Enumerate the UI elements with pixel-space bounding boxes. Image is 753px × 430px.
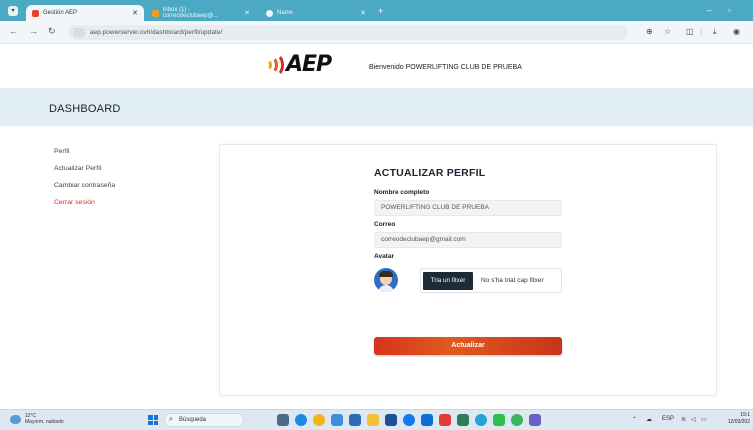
restore-icon[interactable]: ▫ [728,6,731,15]
update-button[interactable]: Actualizar [374,337,562,355]
tab-menu-icon[interactable]: ▾ [8,6,18,16]
tab-title: Gestión AEP [43,10,78,16]
cloud-sun-icon [10,414,21,424]
browser-address-bar: ← → ↻ aep.powerserver.ovh/dashboard/perf… [0,21,753,44]
clock[interactable]: 19:1 12/03/202 [710,412,750,426]
update-profile-form: ACTUALIZAR PERFIL Nombre completo POWERL… [374,167,564,355]
task-view-icon[interactable] [277,414,289,426]
zoom-icon[interactable]: ⊕ [646,27,653,36]
sidebar-item-actualizar-perfil[interactable]: Actualizar Perfil [54,165,115,172]
chevron-up-icon[interactable]: ⌃ [632,416,637,423]
sidebar-item-cambiar-contrasena[interactable]: Cambiar contraseña [54,182,115,189]
profile-icon[interactable]: ◉ [733,27,740,36]
word-icon[interactable] [385,414,397,426]
full-name-field[interactable]: POWERLIFTING CLUB DE PRUEBA [374,200,562,216]
minimize-icon[interactable]: – [707,6,711,15]
outlook-icon[interactable] [421,414,433,426]
welcome-text: Bienvenido POWERLIFTING CLUB DE PRUEBA [369,64,522,71]
tab-name[interactable]: Name ✕ [260,5,372,21]
sidebar-item-perfil[interactable]: Perfil [54,148,115,155]
time-text: 19:1 [740,412,750,418]
site-info-icon[interactable] [73,28,85,37]
battery-icon[interactable]: ▭ [701,416,707,423]
avatar-row: Tria un fitxer No s'ha triat cap fitxer [374,264,564,294]
tab-gestion-aep[interactable]: Gestión AEP ✕ [26,5,144,21]
site-header: AEP Bienvenido POWERLIFTING CLUB DE PRUE… [0,44,753,86]
logo-arcs-icon [262,52,284,77]
avatar-file-input[interactable]: Tria un fitxer No s'ha triat cap fitxer [420,268,562,293]
name-label: Nombre completo [374,189,430,196]
mail-icon[interactable] [349,414,361,426]
close-icon[interactable]: ✕ [244,9,250,17]
onedrive-icon[interactable]: ☁ [646,416,652,423]
windows-start-icon[interactable] [148,415,158,425]
telegram-icon[interactable] [475,414,487,426]
browser-tab-bar: ▾ Gestión AEP ✕ Inbox (1) - correodeclub… [0,0,753,21]
language-indicator[interactable]: ESP [662,416,674,422]
tab-title: Inbox (1) - correodeclubaep@... [162,7,219,19]
tab-inbox[interactable]: Inbox (1) - correodeclubaep@... ✕ [146,5,256,21]
excel-icon[interactable] [457,414,469,426]
mail-favicon-icon [152,9,159,17]
close-icon[interactable]: ✕ [360,9,366,17]
weather-widget[interactable]: 12°C Mayorm. nublado [10,413,64,425]
profile-card: ACTUALIZAR PERFIL Nombre completo POWERL… [219,144,717,396]
notification-app-icon[interactable] [511,414,523,426]
sidebar-item-cerrar-sesion[interactable]: Cerrar sesión [54,199,115,206]
bookmark-star-icon[interactable]: ☆ [664,27,671,36]
app-icon[interactable] [439,414,451,426]
file-status-text: No s'ha triat cap fitxer [481,277,544,284]
email-field[interactable]: correodeclubaep@gmail.com [374,232,562,248]
whatsapp-icon[interactable] [493,414,505,426]
folder-icon[interactable] [367,414,379,426]
date-text: 12/03/202 [727,419,750,425]
store-icon[interactable] [331,414,343,426]
dashboard-banner: DASHBOARD [0,88,753,126]
search-icon: ⌕ [169,416,173,423]
forward-icon[interactable]: → [29,26,38,36]
os-taskbar: 12°C Mayorm. nublado ⌕ Búsqueda ⌃ ☁ ESP … [0,409,753,430]
app-icon[interactable] [529,414,541,426]
chrome-icon[interactable] [313,414,325,426]
tab-title: Name [277,10,294,16]
form-title: ACTUALIZAR PERFIL [374,167,486,179]
email-label: Correo [374,221,396,228]
avatar [374,268,398,292]
logo-text: AEP [286,52,332,77]
volume-icon[interactable]: ◁ [691,416,696,423]
choose-file-button[interactable]: Tria un fitxer [423,272,473,290]
url-input[interactable]: aep.powerserver.ovh/dashboard/perfil/upd… [68,25,628,40]
facebook-icon[interactable] [403,414,415,426]
url-text: aep.powerserver.ovh/dashboard/perfil/upd… [90,29,223,36]
reload-icon[interactable]: ↻ [48,26,56,37]
globe-favicon-icon [266,9,273,17]
divider: | [700,27,703,36]
back-icon[interactable]: ← [9,26,18,36]
edge-icon[interactable] [295,414,307,426]
aep-favicon-icon [32,9,39,17]
extensions-icon[interactable]: ◫ [686,27,694,36]
download-icon[interactable]: ⤓ [713,27,717,37]
weather-text: 12°C Mayorm. nublado [25,413,64,425]
sidebar-nav: Perfil Actualizar Perfil Cambiar contras… [54,148,115,216]
avatar-label: Avatar [374,253,394,260]
new-tab-icon[interactable]: + [378,6,383,16]
taskbar-search-input[interactable]: ⌕ Búsqueda [164,413,244,427]
close-icon[interactable]: ✕ [132,9,138,17]
web-page: AEP Bienvenido POWERLIFTING CLUB DE PRUE… [0,44,753,409]
page-title: DASHBOARD [49,103,121,115]
wifi-icon[interactable]: ≋ [681,416,686,423]
search-placeholder: Búsqueda [179,417,207,423]
aep-logo[interactable]: AEP [262,52,332,77]
